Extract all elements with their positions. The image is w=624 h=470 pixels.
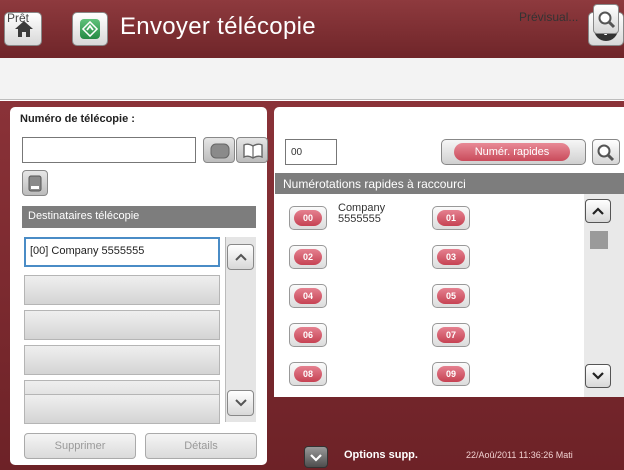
speed-dial-button[interactable]: 02 bbox=[289, 245, 327, 269]
chevron-down-icon bbox=[310, 454, 322, 462]
recipient-row[interactable] bbox=[24, 310, 220, 340]
speed-dial-scroll-up-button[interactable] bbox=[585, 199, 611, 223]
speed-dial-code: 07 bbox=[437, 327, 465, 343]
recipients-header: Destinataires télécopie bbox=[22, 206, 256, 228]
preview-label[interactable]: Prévisual... bbox=[519, 10, 578, 24]
chevron-down-icon bbox=[235, 399, 247, 407]
speed-dials-label: Numér. rapides bbox=[454, 143, 570, 161]
speed-dial-code: 06 bbox=[294, 327, 322, 343]
speed-dial-code: 02 bbox=[294, 249, 322, 265]
speed-dial-button[interactable]: 05 bbox=[432, 284, 470, 308]
chevron-down-icon bbox=[592, 372, 604, 380]
contacts-icon bbox=[28, 175, 42, 192]
speed-dial-code: 01 bbox=[437, 210, 465, 226]
recipient-row[interactable]: [00] Company 5555555 bbox=[24, 237, 220, 267]
recipient-row[interactable] bbox=[24, 394, 220, 424]
backspace-icon bbox=[210, 143, 230, 159]
speed-dial-search-button[interactable] bbox=[592, 139, 620, 165]
status-bar bbox=[0, 58, 624, 100]
speed-dial-button[interactable]: 09 bbox=[432, 362, 470, 386]
speed-dial-scroll-thumb[interactable] bbox=[590, 231, 608, 249]
magnifier-icon bbox=[597, 144, 615, 162]
contacts-button[interactable] bbox=[22, 170, 48, 196]
speed-dial-input[interactable]: 00 bbox=[285, 139, 337, 165]
magnifier-icon bbox=[598, 11, 616, 29]
recipient-row[interactable] bbox=[24, 275, 220, 305]
details-button[interactable]: Détails bbox=[145, 433, 257, 459]
recipients-scroll-down-button[interactable] bbox=[227, 390, 254, 416]
speed-dial-code: 05 bbox=[437, 288, 465, 304]
address-book-button[interactable] bbox=[236, 137, 268, 163]
fax-send-icon bbox=[72, 12, 108, 46]
speed-dial-code: 09 bbox=[437, 366, 465, 382]
speed-dials-button[interactable]: Numér. rapides bbox=[441, 139, 586, 165]
backspace-button[interactable] bbox=[203, 137, 235, 163]
fax-number-label: Numéro de télécopie : bbox=[20, 113, 135, 125]
speed-dial-scroll-down-button[interactable] bbox=[585, 364, 611, 388]
status-text: Prêt bbox=[7, 11, 30, 25]
speed-dial-code: 00 bbox=[294, 210, 322, 226]
delete-button[interactable]: Supprimer bbox=[24, 433, 136, 459]
date-time: 22/Aoû/2011 11:36:26 Mati bbox=[466, 450, 573, 460]
more-options-button[interactable] bbox=[304, 446, 328, 468]
speed-dial-button[interactable]: 00 bbox=[289, 206, 327, 230]
recipients-scroll-up-button[interactable] bbox=[227, 244, 254, 270]
speed-dial-button[interactable]: 01 bbox=[432, 206, 470, 230]
speed-dial-code: 04 bbox=[294, 288, 322, 304]
page-title: Envoyer télécopie bbox=[120, 13, 316, 40]
speed-dial-button[interactable]: 07 bbox=[432, 323, 470, 347]
speed-dial-button[interactable]: 04 bbox=[289, 284, 327, 308]
speed-dial-button[interactable]: 03 bbox=[432, 245, 470, 269]
fax-number-input[interactable] bbox=[22, 137, 196, 163]
shortcut-dials-header: Numérotations rapides à raccourci bbox=[275, 173, 624, 194]
speed-dial-code: 03 bbox=[437, 249, 465, 265]
more-options-label[interactable]: Options supp. bbox=[344, 449, 418, 461]
chevron-up-icon bbox=[235, 253, 247, 261]
speed-dial-code: 08 bbox=[294, 366, 322, 382]
chevron-up-icon bbox=[592, 207, 604, 215]
address-book-icon bbox=[243, 143, 263, 159]
preview-button[interactable] bbox=[593, 4, 619, 34]
recipient-row[interactable] bbox=[24, 345, 220, 375]
speed-dial-button[interactable]: 06 bbox=[289, 323, 327, 347]
speed-dial-button[interactable]: 08 bbox=[289, 362, 327, 386]
speed-dial-entry-name: Company 5555555 bbox=[338, 202, 386, 225]
